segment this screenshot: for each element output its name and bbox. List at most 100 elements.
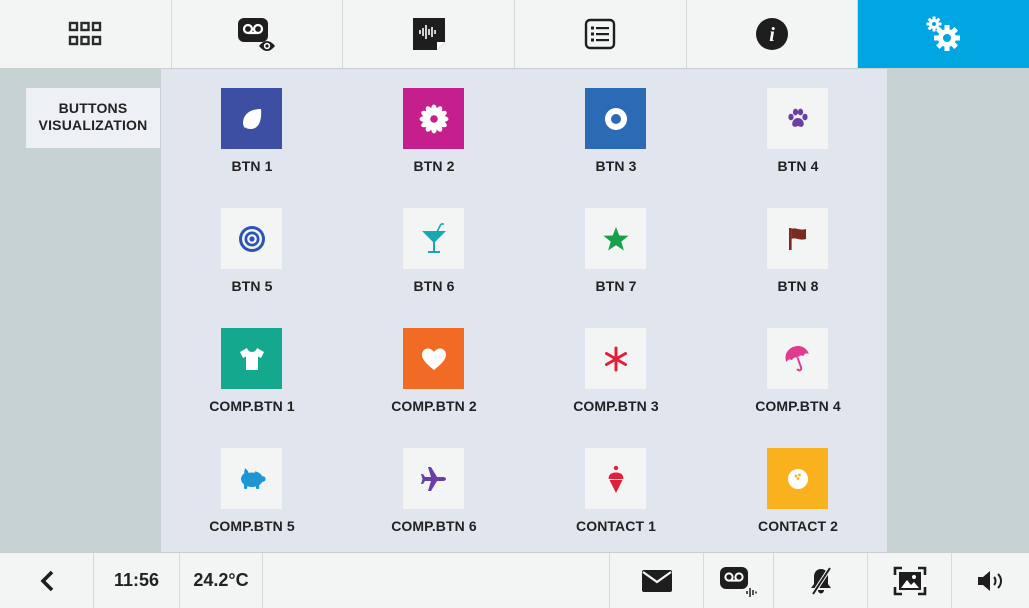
button-label: COMP.BTN 6 bbox=[391, 518, 477, 534]
section-label-line1: BUTTONS bbox=[58, 100, 128, 116]
tshirt-icon bbox=[239, 347, 264, 370]
tab-answering-machine-view[interactable] bbox=[172, 0, 344, 68]
top-tab-bar: i bbox=[0, 0, 1029, 69]
button-tile bbox=[767, 88, 828, 149]
button-label: COMP.BTN 4 bbox=[755, 398, 841, 414]
button-btn-5[interactable]: BTN 5 bbox=[161, 189, 343, 294]
button-btn-1[interactable]: BTN 1 bbox=[161, 69, 343, 174]
target-icon bbox=[238, 225, 265, 252]
button-btn-7[interactable]: BTN 7 bbox=[525, 189, 707, 294]
button-label: BTN 2 bbox=[413, 158, 455, 174]
envelope-icon bbox=[641, 569, 672, 592]
button-comp-btn-4[interactable]: COMP.BTN 4 bbox=[707, 309, 889, 414]
speaker-icon bbox=[977, 570, 1002, 591]
leaf-icon bbox=[242, 108, 261, 129]
cocktail-icon bbox=[421, 222, 446, 253]
paw-icon bbox=[787, 108, 808, 127]
list-icon bbox=[585, 18, 616, 50]
flag-icon bbox=[788, 227, 806, 250]
button-label: BTN 6 bbox=[413, 278, 455, 294]
button-btn-8[interactable]: BTN 8 bbox=[707, 189, 889, 294]
buttons-grid: BTN 1 BTN 2 BTN 3 BTN 4 BTN 5 BTN 6 BTN … bbox=[161, 69, 887, 552]
button-tile bbox=[403, 328, 464, 389]
back-button[interactable] bbox=[0, 553, 94, 608]
button-tile bbox=[221, 88, 282, 149]
time-value: 11:56 bbox=[113, 570, 160, 590]
button-tile bbox=[585, 88, 646, 149]
section-label: BUTTONS VISUALIZATION bbox=[26, 88, 160, 148]
button-tile bbox=[767, 208, 828, 269]
heart-icon bbox=[421, 348, 446, 370]
button-label: COMP.BTN 2 bbox=[391, 398, 477, 414]
button-tile bbox=[767, 448, 828, 509]
contact-1[interactable]: CONTACT 1 bbox=[525, 429, 707, 534]
button-tile bbox=[585, 328, 646, 389]
button-label: COMP.BTN 1 bbox=[209, 398, 295, 414]
button-label: BTN 7 bbox=[595, 278, 637, 294]
button-comp-btn-3[interactable]: COMP.BTN 3 bbox=[525, 309, 707, 414]
status-spacer bbox=[263, 553, 610, 608]
tab-audio[interactable] bbox=[343, 0, 516, 68]
ringer-mute-button[interactable] bbox=[774, 553, 868, 608]
ice-cream-icon bbox=[608, 465, 623, 493]
button-tile bbox=[403, 448, 464, 509]
grid-icon bbox=[69, 21, 102, 46]
bottom-status-bar: 11:56 24.2°C bbox=[0, 552, 1029, 608]
voicemail-audio-icon bbox=[719, 566, 757, 597]
button-comp-btn-2[interactable]: COMP.BTN 2 bbox=[343, 309, 525, 414]
gallery-button[interactable] bbox=[868, 553, 952, 608]
tab-settings[interactable] bbox=[858, 0, 1029, 68]
answering-machine-button[interactable] bbox=[704, 553, 774, 608]
button-comp-btn-6[interactable]: COMP.BTN 6 bbox=[343, 429, 525, 534]
section-label-line2: VISUALIZATION bbox=[38, 117, 148, 133]
circle-icon bbox=[604, 107, 627, 130]
contact-2[interactable]: CONTACT 2 bbox=[707, 429, 889, 534]
bowling-ball-icon bbox=[787, 468, 808, 489]
button-comp-btn-5[interactable]: COMP.BTN 5 bbox=[161, 429, 343, 534]
button-tile bbox=[221, 328, 282, 389]
bell-muted-icon bbox=[810, 566, 832, 595]
button-btn-2[interactable]: BTN 2 bbox=[343, 69, 525, 174]
button-tile bbox=[403, 88, 464, 149]
temperature: 24.2°C bbox=[180, 553, 263, 608]
settings-gears-icon bbox=[926, 16, 960, 51]
audio-wave-icon bbox=[412, 18, 445, 50]
clock: 11:56 bbox=[94, 553, 180, 608]
button-btn-6[interactable]: BTN 6 bbox=[343, 189, 525, 294]
button-tile bbox=[767, 328, 828, 389]
button-label: BTN 5 bbox=[231, 278, 273, 294]
button-comp-btn-1[interactable]: COMP.BTN 1 bbox=[161, 309, 343, 414]
button-label: BTN 1 bbox=[231, 158, 273, 174]
buttons-panel: BTN 1 BTN 2 BTN 3 BTN 4 BTN 5 BTN 6 BTN … bbox=[161, 69, 887, 552]
button-label: COMP.BTN 3 bbox=[573, 398, 659, 414]
messages-button[interactable] bbox=[610, 553, 704, 608]
asterisk-icon bbox=[604, 346, 627, 371]
button-tile bbox=[585, 448, 646, 509]
button-tile bbox=[221, 448, 282, 509]
flower-icon bbox=[419, 104, 448, 133]
umbrella-icon bbox=[785, 345, 809, 371]
chevron-left-icon bbox=[39, 570, 53, 591]
button-btn-4[interactable]: BTN 4 bbox=[707, 69, 889, 174]
button-label: CONTACT 1 bbox=[576, 518, 656, 534]
button-btn-3[interactable]: BTN 3 bbox=[525, 69, 707, 174]
voicemail-eye-icon bbox=[238, 18, 275, 51]
button-label: BTN 3 bbox=[595, 158, 637, 174]
button-tile bbox=[403, 208, 464, 269]
button-label: BTN 8 bbox=[777, 278, 819, 294]
button-tile bbox=[221, 208, 282, 269]
tab-info[interactable]: i bbox=[687, 0, 859, 68]
button-label: CONTACT 2 bbox=[758, 518, 838, 534]
star-icon bbox=[603, 226, 628, 250]
volume-button[interactable] bbox=[952, 553, 1029, 608]
info-icon: i bbox=[756, 18, 789, 50]
temperature-value: 24.2°C bbox=[193, 570, 249, 590]
button-label: BTN 4 bbox=[777, 158, 819, 174]
piggy-bank-icon bbox=[240, 467, 266, 489]
svg-text:i: i bbox=[769, 24, 775, 46]
tab-apps-grid[interactable] bbox=[0, 0, 172, 68]
tab-list[interactable] bbox=[515, 0, 687, 68]
image-frame-icon bbox=[893, 566, 926, 595]
airplane-icon bbox=[420, 466, 446, 491]
button-label: COMP.BTN 5 bbox=[209, 518, 295, 534]
